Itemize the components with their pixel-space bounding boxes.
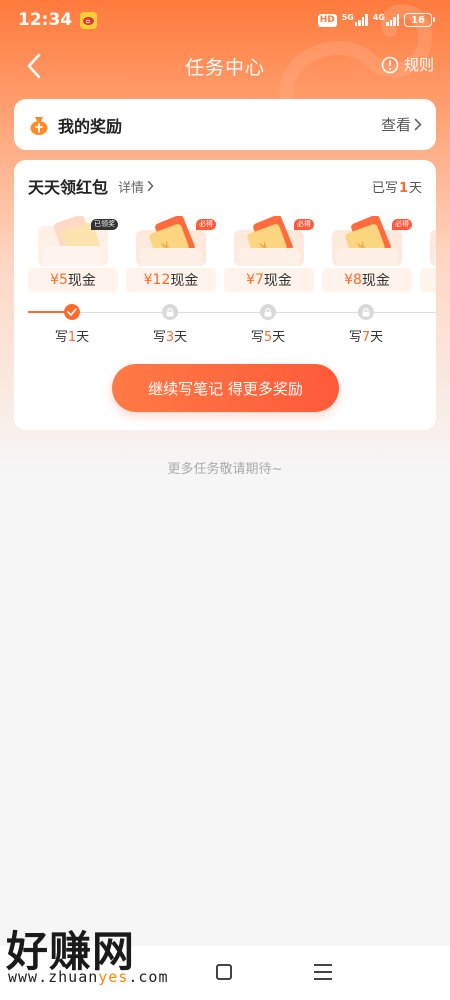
progress-line — [28, 312, 436, 313]
milestone-node-locked — [358, 304, 374, 320]
claimed-badge: 已领奖 — [91, 219, 118, 230]
daily-red-packet-card: 天天领红包 详情 已写1天 已领奖 ¥5 现金 ¥ 必得 ¥ 12 现金 ¥ 必… — [14, 160, 436, 430]
milestone-label: 写7天 — [336, 326, 396, 345]
milestone-prefix: 写 — [348, 330, 362, 345]
milestone-label: 写1天 — [42, 326, 102, 345]
status-bar: 12:34 HD 5G 4G 16 — [0, 0, 450, 40]
milestone-days: 3 — [165, 330, 175, 345]
written-suffix: 天 — [408, 180, 422, 196]
battery-icon: 16 — [404, 13, 435, 27]
reward-label: ¥7 现金 — [224, 268, 314, 292]
progress-track: 写1天 写3天 写5天 写7天 — [28, 304, 436, 345]
milestone-suffix: 天 — [370, 330, 384, 345]
weibo-icon — [80, 11, 98, 29]
reward-amount: 7 — [255, 272, 264, 288]
milestone-node-locked — [162, 304, 178, 320]
milestone-label: 写5天 — [238, 326, 298, 345]
watermark-url-c: .com — [128, 968, 169, 986]
reward-unit: 现金 — [361, 273, 390, 289]
milestone-suffix: 天 — [76, 330, 90, 345]
milestone-prefix: 写 — [54, 330, 68, 345]
reward-currency: ¥ — [50, 272, 59, 288]
reward-item: ¥ 必得 ¥8 现金 — [322, 216, 412, 294]
written-prefix: 已写 — [371, 180, 398, 196]
continue-writing-button[interactable]: 继续写笔记 得更多奖励 — [112, 364, 339, 412]
rules-label: 规则 — [403, 56, 434, 74]
milestone-node-locked — [260, 304, 276, 320]
signal-5g-label: 5G — [341, 13, 354, 22]
status-indicators: HD 5G 4G 16 — [317, 13, 435, 27]
signal-4g-label: 4G — [372, 13, 385, 22]
my-rewards-card[interactable]: 我的奖励 查看 — [14, 99, 436, 150]
must-win-badge: 必得 — [196, 219, 216, 230]
reward-item: ¥ 必得 ¥7 现金 — [224, 216, 314, 294]
menu-icon[interactable] — [314, 964, 332, 980]
lock-icon — [166, 307, 174, 316]
check-icon — [67, 308, 77, 316]
milestone-prefix: 写 — [152, 330, 166, 345]
reward-label-partial — [420, 268, 436, 292]
reward-amount: 8 — [353, 272, 362, 288]
reward-currency: ¥ — [246, 272, 255, 288]
signal-4g: 4G — [373, 14, 399, 26]
milestone-days: 1 — [67, 330, 77, 345]
more-tasks-note: 更多任务敬请期待~ — [167, 462, 283, 477]
details-link[interactable]: 详情 — [118, 177, 154, 196]
watermark-url: www.zhuanyes.com — [8, 968, 169, 986]
red-packet-icon — [430, 230, 436, 266]
watermark-url-a: www.zhuan — [8, 968, 99, 986]
reward-label: ¥8 现金 — [322, 268, 412, 292]
reward-amount: 5 — [59, 272, 68, 288]
reward-currency: ¥ — [344, 272, 353, 288]
rules-button[interactable]: 规则 — [381, 54, 434, 75]
milestone-label: 写3天 — [140, 326, 200, 345]
reward-label: ¥5 现金 — [28, 268, 118, 292]
reward-item-partial — [420, 216, 436, 294]
milestone-prefix: 写 — [250, 330, 264, 345]
daily-title: 天天领红包 — [28, 178, 109, 197]
status-time: 12:34 — [18, 10, 73, 30]
milestone-days: 7 — [361, 330, 371, 345]
reward-item: 已领奖 ¥5 现金 — [28, 216, 118, 294]
reward-unit: 现金 — [170, 273, 199, 289]
must-win-badge: 必得 — [294, 219, 314, 230]
signal-5g: 5G — [342, 14, 368, 26]
signal-bars-icon — [386, 14, 399, 26]
view-rewards-label: 查看 — [380, 116, 411, 134]
lock-icon — [362, 307, 370, 316]
reward-amount: 12 — [152, 272, 171, 288]
reward-unit: 现金 — [67, 273, 96, 289]
must-win-badge: 必得 — [392, 219, 412, 230]
view-rewards-link[interactable]: 查看 — [381, 114, 422, 135]
info-icon — [381, 56, 399, 73]
reward-currency: ¥ — [143, 272, 153, 288]
written-days: 已写1天 — [372, 177, 422, 196]
reward-item: ¥ 必得 ¥12 现金 — [126, 216, 216, 294]
milestone-suffix: 天 — [174, 330, 188, 345]
hd-badge: HD — [317, 13, 337, 27]
nav-bar: 任务中心 规则 — [0, 44, 450, 88]
written-days-count: 1 — [398, 180, 408, 196]
milestone-node-done — [64, 304, 80, 320]
details-label: 详情 — [118, 180, 145, 196]
milestone-suffix: 天 — [272, 330, 286, 345]
reward-unit: 现金 — [263, 273, 292, 289]
reward-label: ¥12 现金 — [126, 268, 216, 292]
battery-level: 16 — [411, 14, 425, 26]
watermark-url-b: yes — [98, 968, 129, 986]
chevron-right-icon — [414, 118, 422, 131]
home-icon[interactable] — [216, 964, 232, 980]
lock-icon — [264, 307, 272, 316]
rewards-row: 已领奖 ¥5 现金 ¥ 必得 ¥12 现金 ¥ 必得 ¥7 现金 ¥ 必得 ¥ … — [28, 216, 436, 296]
milestone-days: 5 — [263, 330, 273, 345]
signal-bars-icon — [354, 14, 368, 26]
money-bag-icon — [30, 116, 48, 135]
daily-header: 天天领红包 详情 已写1天 — [28, 174, 422, 198]
chevron-right-icon — [147, 180, 154, 192]
my-rewards-title: 我的奖励 — [58, 116, 123, 136]
